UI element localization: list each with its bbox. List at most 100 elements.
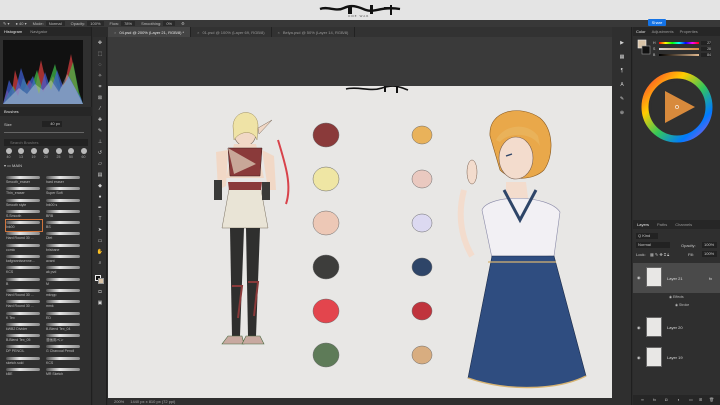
brush-preset-item[interactable]: ak pvd xyxy=(46,265,82,276)
marquee-tool-icon[interactable]: ⬚ xyxy=(96,51,104,58)
layer-name[interactable]: Layer 19 xyxy=(667,355,683,360)
crop-tool-icon[interactable]: ⌗ xyxy=(96,84,104,91)
brush-preset-item[interactable]: Hard Round 30 ... xyxy=(6,288,42,299)
size-field[interactable]: 40 px xyxy=(42,121,62,127)
brush-preset-item[interactable]: MR Sketch xyxy=(46,367,82,378)
artboard[interactable] xyxy=(108,85,612,398)
mask-icon[interactable]: ◘ xyxy=(665,397,667,402)
paragraph-icon[interactable]: ¶ xyxy=(618,67,626,75)
brush-preset-item[interactable]: Ink00 xyxy=(5,219,43,233)
eyedropper-tool-icon[interactable]: ⁄ xyxy=(96,106,104,113)
layers-comp-icon[interactable]: ▦ xyxy=(618,53,626,61)
size-slider[interactable] xyxy=(4,132,84,133)
history-brush-tool-icon[interactable]: ↺ xyxy=(96,150,104,157)
healing-tool-icon[interactable]: ✚ xyxy=(96,117,104,124)
eraser-tool-icon[interactable]: ▱ xyxy=(96,161,104,168)
share-button[interactable]: Share xyxy=(648,19,666,26)
preset-brush[interactable]: 25 xyxy=(54,148,63,160)
fx-badge[interactable]: fx xyxy=(709,276,712,281)
blur-tool-icon[interactable]: ◆ xyxy=(96,183,104,190)
tab-channels[interactable]: Channels xyxy=(671,222,696,227)
preset-brush[interactable]: 20 xyxy=(42,148,51,160)
brightness-slider[interactable] xyxy=(659,53,699,56)
opacity-control[interactable]: Opacity: 100% xyxy=(71,21,104,26)
character-icon[interactable]: A xyxy=(618,81,626,89)
close-icon[interactable]: × xyxy=(197,30,199,35)
brush-preset-item[interactable]: mmk xyxy=(46,299,82,310)
hue-value[interactable]: 27 xyxy=(701,40,711,45)
tab-paths[interactable]: Paths xyxy=(653,222,671,227)
brush-preset-item[interactable]: kWB2 Divider xyxy=(6,322,42,333)
eye-icon[interactable]: ◉ xyxy=(637,325,641,330)
move-tool-icon[interactable]: ✥ xyxy=(96,40,104,47)
effects-row[interactable]: ◉ Effects xyxy=(669,295,684,299)
layer-kind-filter[interactable]: Q Kind xyxy=(636,233,658,239)
preset-brush[interactable]: 40 xyxy=(4,148,13,160)
saturation-slider[interactable] xyxy=(659,47,699,50)
brush-preset-item[interactable]: BRB xyxy=(46,209,82,220)
screen-mode-icon[interactable]: ▣ xyxy=(96,300,104,307)
brush-preset-item[interactable]: Hard Round 30 ... xyxy=(6,231,42,242)
layer-name[interactable]: Layer 21 xyxy=(667,276,683,281)
dodge-tool-icon[interactable]: ● xyxy=(96,194,104,201)
fill-field[interactable]: 100% xyxy=(702,251,717,257)
eye-icon[interactable]: ◉ xyxy=(637,275,641,280)
settings-gear-icon[interactable]: ⚙ xyxy=(181,21,185,26)
tab-navigator[interactable]: Navigator xyxy=(26,29,51,34)
opacity-field[interactable]: 100% xyxy=(87,21,104,26)
flow-field[interactable]: 78% xyxy=(121,21,136,26)
color-wheel[interactable] xyxy=(641,71,713,143)
tab-properties[interactable]: Properties xyxy=(677,29,701,34)
fg-bg-color-icon[interactable] xyxy=(637,39,651,57)
brush-preset-item[interactable]: G Charcoal Pencil xyxy=(46,344,82,355)
brush-preset-item[interactable]: KCS xyxy=(6,265,42,276)
brush-preset-item[interactable]: Dlet xyxy=(46,231,82,242)
mode-control[interactable]: Mode: Normal xyxy=(33,21,65,26)
frame-tool-icon[interactable]: ⊠ xyxy=(96,95,104,102)
magic-wand-tool-icon[interactable]: ✧ xyxy=(96,73,104,80)
brush-preset-item[interactable]: comic xyxy=(6,243,42,254)
trash-icon[interactable]: 🗑︎ xyxy=(709,397,714,402)
fx-icon[interactable]: fx xyxy=(653,397,656,402)
brush-preset-item[interactable]: DP PENCIL xyxy=(6,344,42,355)
blend-mode-select[interactable]: Normal xyxy=(636,242,670,248)
brush-preset-item[interactable]: Smooth_eraser xyxy=(6,175,42,186)
pen-tool-icon[interactable]: ✒ xyxy=(96,205,104,212)
brush-preset-item[interactable]: Super Soft xyxy=(46,186,82,197)
brush-settings-icon[interactable]: ✎ xyxy=(618,95,626,103)
brush-size-preview[interactable]: ● 40 ▾ xyxy=(15,21,26,26)
brush-preset-item[interactable]: B xyxy=(6,277,42,288)
tab-histogram[interactable]: Histogram xyxy=(0,29,26,34)
shape-tool-icon[interactable]: ▭ xyxy=(96,238,104,245)
brush-preset-item[interactable]: avant xyxy=(46,254,82,265)
lasso-tool-icon[interactable]: ◌ xyxy=(96,62,104,69)
brush-preset-item[interactable]: kBE xyxy=(6,367,42,378)
preset-brush[interactable]: 19 xyxy=(29,148,38,160)
document-info[interactable]: 1440 px x 810 px (72 ppi) xyxy=(130,399,175,404)
canvas-area[interactable] xyxy=(108,37,612,398)
folder-icon[interactable]: ▭ xyxy=(689,397,693,402)
layer-row-20[interactable]: ◉ Layer 20 xyxy=(633,315,720,341)
preset-brush[interactable]: 60 xyxy=(79,148,88,160)
tab-adjustments[interactable]: Adjustments xyxy=(649,29,677,34)
hue-slider[interactable] xyxy=(659,41,699,44)
quick-mask-icon[interactable]: ◘ xyxy=(96,289,104,296)
tab-color[interactable]: Color xyxy=(633,29,649,34)
brush-tool-icon[interactable]: ✎ ▾ xyxy=(3,21,9,26)
background-color-swatch[interactable] xyxy=(98,278,104,284)
mode-select[interactable]: Normal xyxy=(45,21,65,26)
doc-tab-04[interactable]: × 04.psd @ 200% (Layer 21, RGB/8) * xyxy=(108,27,192,37)
zoom-level[interactable]: 200% xyxy=(114,399,124,404)
close-icon[interactable]: × xyxy=(278,30,280,35)
layer-opacity-field[interactable]: 100% xyxy=(702,242,717,248)
brush-preset-item[interactable]: M xyxy=(46,277,82,288)
brush-preset-item[interactable]: B.Blend Tex_05 xyxy=(6,333,42,344)
type-tool-icon[interactable]: T xyxy=(96,216,104,223)
smoothing-control[interactable]: Smoothing: 0% xyxy=(141,21,176,26)
brush-preset-item[interactable]: Thin_eraser xyxy=(6,186,42,197)
brush-preset-item[interactable]: Smooth style xyxy=(6,198,42,209)
brush-preset-item[interactable]: mknpp xyxy=(46,288,82,299)
brush-tool-icon[interactable]: ✎ xyxy=(96,128,104,135)
link-icon[interactable]: ∞ xyxy=(641,397,644,402)
lock-icon[interactable]: ▦ ✎ ✥ ⌗ 🔒︎ xyxy=(650,252,669,257)
